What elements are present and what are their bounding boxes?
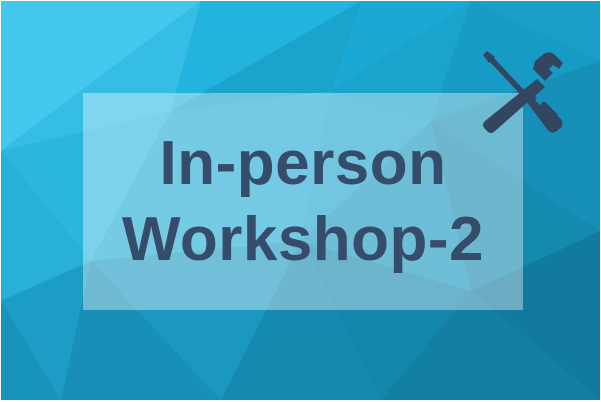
- title-panel: In-person Workshop-2: [83, 93, 523, 310]
- title-line-1: In-person: [159, 128, 447, 198]
- workshop-banner: In-person Workshop-2: [1, 1, 600, 400]
- hammer-screwdriver-tools-icon: [483, 51, 563, 133]
- title-line-2: Workshop-2: [121, 204, 485, 274]
